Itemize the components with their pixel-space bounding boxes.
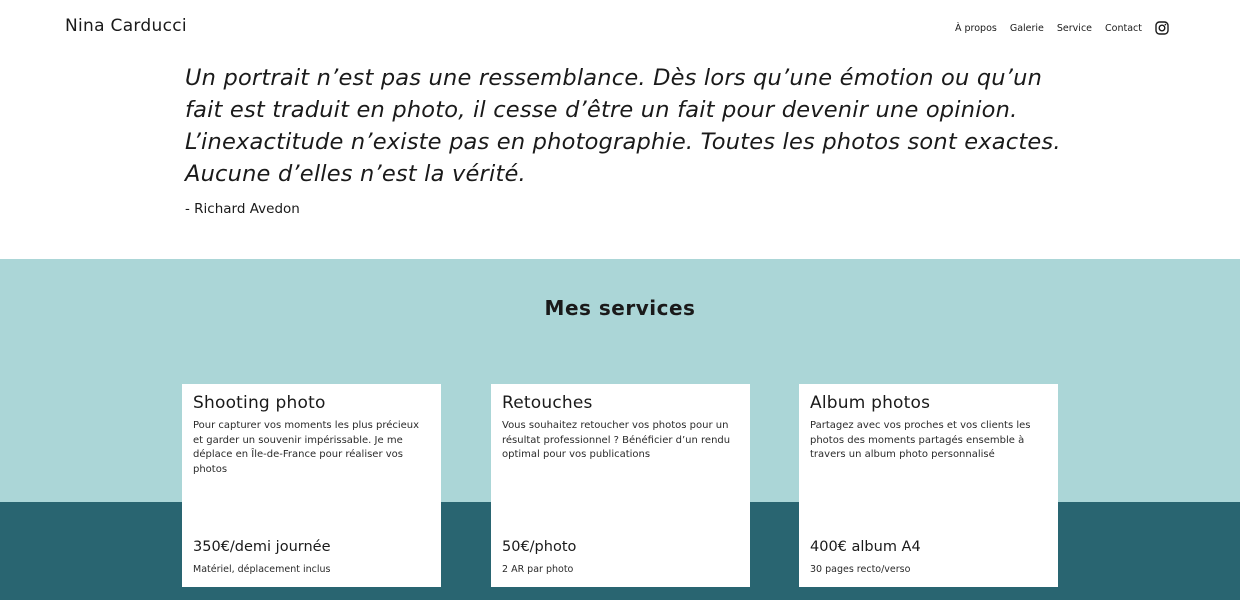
service-card-price: 400€ album A4 bbox=[810, 539, 921, 555]
nav-link-a-propos[interactable]: À propos bbox=[955, 23, 997, 34]
service-card-retouches: Retouches Vous souhaitez retoucher vos p… bbox=[491, 384, 750, 587]
service-card-note: 30 pages recto/verso bbox=[810, 564, 911, 575]
service-card-title: Retouches bbox=[502, 393, 593, 413]
nav-link-contact[interactable]: Contact bbox=[1105, 23, 1142, 34]
service-card-description: Vous souhaitez retoucher vos photos pour… bbox=[502, 420, 731, 460]
quote-section: Un portrait n’est pas une ressemblance. … bbox=[0, 58, 1240, 259]
nav-link-service[interactable]: Service bbox=[1057, 23, 1092, 34]
service-card-description: Partagez avec vos proches et vos clients… bbox=[810, 420, 1031, 460]
quote-author: - Richard Avedon bbox=[185, 201, 300, 217]
quote-text: Un portrait n’est pas une ressemblance. … bbox=[185, 65, 1061, 187]
service-card-album: Album photos Partagez avec vos proches e… bbox=[799, 384, 1058, 587]
service-card-description: Pour capturer vos moments les plus préci… bbox=[193, 420, 420, 475]
brand-name[interactable]: Nina Carducci bbox=[65, 16, 187, 36]
nav-link-galerie[interactable]: Galerie bbox=[1010, 23, 1044, 34]
service-card-price: 350€/demi journée bbox=[193, 539, 331, 555]
service-card-title: Shooting photo bbox=[193, 393, 326, 413]
service-card-note: Matériel, déplacement inclus bbox=[193, 564, 331, 575]
service-card-shooting: Shooting photo Pour capturer vos moments… bbox=[182, 384, 441, 587]
service-card-note: 2 AR par photo bbox=[502, 564, 574, 575]
service-card-title: Album photos bbox=[810, 393, 931, 413]
services-title: Mes services bbox=[544, 296, 696, 320]
service-card-price: 50€/photo bbox=[502, 539, 577, 555]
instagram-icon[interactable] bbox=[1154, 20, 1170, 36]
main-nav: À propos Galerie Service Contact bbox=[955, 20, 1170, 36]
site-header: Nina Carducci À propos Galerie Service C… bbox=[0, 0, 1240, 58]
